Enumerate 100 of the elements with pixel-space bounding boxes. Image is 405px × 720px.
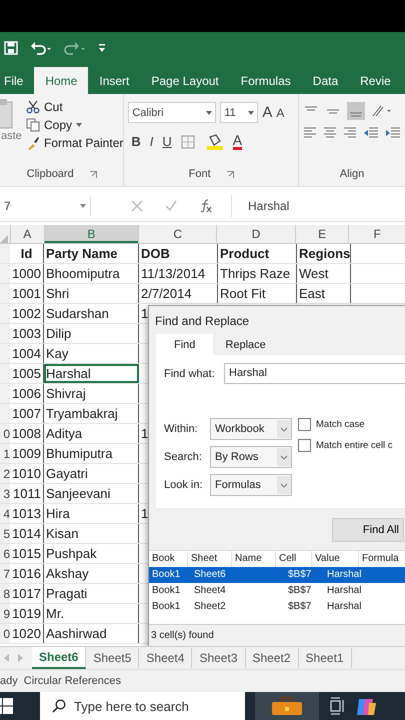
scissors-icon[interactable]	[26, 100, 40, 114]
fill-bucket-icon[interactable]	[206, 134, 224, 150]
font-name-dropdown[interactable]: Calibri	[128, 102, 216, 123]
cut-button[interactable]: Cut	[44, 100, 63, 114]
row-header[interactable]: 1	[0, 444, 10, 463]
align-center-icon[interactable]	[323, 126, 337, 140]
redo-icon[interactable]	[64, 41, 86, 55]
table-cell: 2/7/2014	[139, 284, 218, 303]
column-header[interactable]: C	[138, 225, 216, 243]
align-bottom-icon[interactable]	[347, 102, 365, 120]
undo-icon[interactable]	[30, 41, 52, 55]
bold-button[interactable]: B	[131, 134, 141, 149]
sheet-tab[interactable]: Sheet3	[192, 648, 246, 668]
font-color-button[interactable]: A	[232, 133, 242, 150]
table-cell: Mr.	[44, 604, 139, 623]
table-cell: Aditya	[44, 424, 139, 443]
decrease-indent-icon[interactable]	[363, 126, 379, 140]
table-cell: Sanjeevani	[44, 484, 139, 503]
result-cell: Book1	[152, 601, 180, 612]
table-cell: 1007	[10, 404, 44, 423]
ribbon-tab[interactable]: Data	[302, 67, 350, 94]
sheet-tab[interactable]: Sheet2	[246, 648, 299, 668]
sheet-tab[interactable]: Sheet1	[298, 648, 352, 668]
ribbon-tab[interactable]: Insert	[88, 67, 140, 94]
copy-icon[interactable]	[26, 118, 40, 132]
grow-font-button[interactable]: A	[262, 104, 272, 121]
table-cell: 1019	[10, 604, 44, 623]
table-cell: Akshay	[44, 564, 139, 583]
column-header[interactable]: D	[216, 225, 295, 243]
briefcase-icon[interactable]	[272, 697, 302, 715]
shrink-font-button[interactable]: A	[276, 106, 284, 120]
underline-button[interactable]: U	[162, 134, 172, 149]
row-header[interactable]: 9	[0, 604, 10, 623]
windows-start-icon[interactable]	[0, 697, 14, 715]
row-header[interactable]: 4	[0, 504, 10, 523]
result-row[interactable]: Book1 Sheet4 $B$7 Harshal	[149, 583, 405, 599]
font-size-dropdown[interactable]: 11	[220, 102, 258, 123]
paintbrush-icon[interactable]	[26, 136, 40, 150]
option-dropdown[interactable]: Formulas	[210, 474, 292, 496]
paste-button[interactable]: aste	[0, 130, 22, 142]
checkbox[interactable]	[298, 439, 311, 452]
row-header[interactable]: 0	[0, 424, 10, 443]
row-header[interactable]: 6	[0, 544, 10, 563]
checkbox-label[interactable]: Match entire cell c	[316, 440, 393, 451]
taskbar-search-field[interactable]: Type here to search	[40, 692, 245, 720]
ribbon-tab[interactable]: File	[0, 67, 34, 94]
align-right-icon[interactable]	[343, 126, 357, 140]
clipboard-icon[interactable]	[0, 98, 14, 130]
align-left-icon[interactable]	[303, 126, 317, 140]
table-cell: 1005	[10, 364, 44, 383]
customize-icon[interactable]	[98, 43, 106, 53]
dropdown-caret-icon[interactable]	[76, 123, 82, 127]
row-header[interactable]: 2	[0, 464, 10, 483]
sheet-tab[interactable]: Sheet4	[139, 648, 192, 668]
checkbox-label[interactable]: Match case	[316, 419, 365, 430]
dialog-tab[interactable]: Find	[156, 334, 214, 355]
dialog-launcher-icon[interactable]	[226, 170, 234, 178]
ribbon-tab[interactable]: Revie	[349, 67, 402, 94]
formula-input[interactable]: Harshal	[232, 199, 290, 213]
border-icon[interactable]	[180, 134, 197, 148]
sheet-tab[interactable]: Sheet6	[32, 647, 86, 669]
sheet-tab[interactable]: Sheet5	[86, 648, 140, 668]
table-cell: Bhoomiputra	[44, 264, 139, 283]
copy-button[interactable]: Copy	[44, 118, 72, 132]
orientation-icon[interactable]	[371, 104, 393, 118]
ribbon-tab[interactable]: Home	[34, 67, 88, 94]
copilot-icon[interactable]	[355, 697, 377, 715]
dialog-tab[interactable]: Replace	[213, 334, 278, 355]
format-painter-button[interactable]: Format Painter	[44, 136, 124, 150]
italic-button[interactable]: I	[150, 134, 154, 149]
option-dropdown[interactable]: By Rows	[210, 446, 292, 468]
column-header[interactable]: B	[44, 225, 138, 243]
column-header[interactable]: E	[294, 225, 348, 243]
result-row[interactable]: Book1 Sheet2 $B$7 Harshal	[149, 599, 405, 615]
table-cell: 1013	[10, 504, 44, 523]
name-box[interactable]: 7	[0, 196, 91, 216]
result-cell: Book1	[152, 585, 180, 596]
find-what-field[interactable]: Harshal	[224, 363, 405, 384]
status-text: Circular References	[24, 675, 121, 687]
find-all-button[interactable]: Find All	[332, 518, 404, 542]
result-row[interactable]: Book1 Sheet6 $B$7 Harshal	[149, 567, 405, 583]
table-cell: 1014	[10, 524, 44, 543]
row-header[interactable]: 0	[0, 624, 10, 643]
row-header[interactable]: 8	[0, 584, 10, 603]
save-icon[interactable]	[4, 41, 18, 55]
table-cell: Harshal	[44, 364, 139, 383]
option-dropdown[interactable]: Workbook	[210, 418, 292, 440]
function-icon[interactable]	[199, 199, 213, 213]
row-header[interactable]: 5	[0, 524, 10, 543]
checkmark-icon[interactable]	[165, 200, 177, 212]
increase-indent-icon[interactable]	[385, 126, 401, 140]
row-header[interactable]: 7	[0, 564, 10, 583]
checkbox[interactable]	[298, 418, 311, 431]
group-label: Clipboard	[26, 168, 74, 180]
column-header[interactable]: F	[348, 225, 405, 243]
row-header[interactable]: 3	[0, 484, 10, 503]
ribbon-tab[interactable]: Formulas	[230, 67, 302, 94]
task-view-icon[interactable]	[329, 697, 345, 715]
dialog-launcher-icon[interactable]	[90, 170, 97, 178]
ribbon-tab[interactable]: Page Layout	[140, 67, 230, 94]
